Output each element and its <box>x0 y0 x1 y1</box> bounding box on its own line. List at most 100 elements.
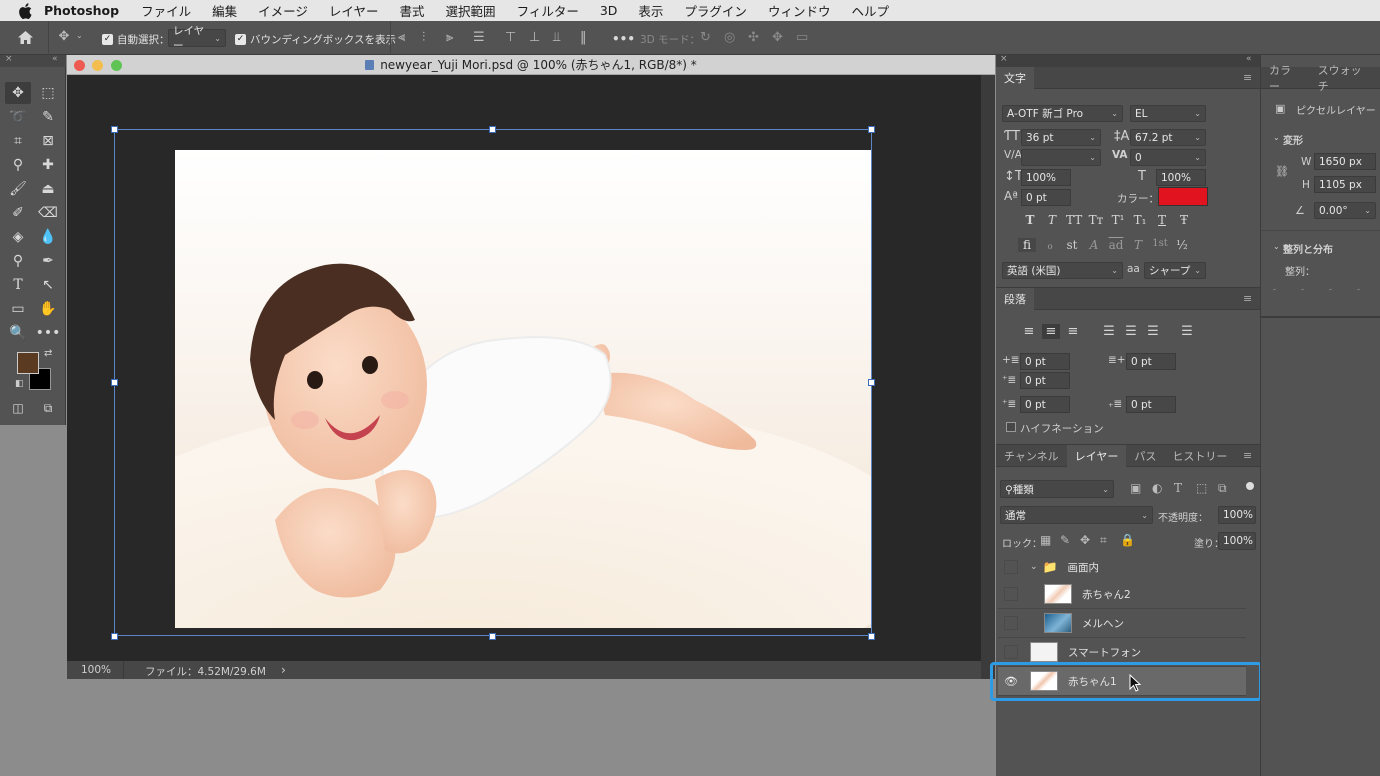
kerning-dropdown[interactable]: ⌄ <box>1021 149 1101 166</box>
menu-3d[interactable]: 3D <box>600 3 618 18</box>
blend-mode-dropdown[interactable]: 通常 ⌄ <box>1000 506 1153 524</box>
menu-help[interactable]: ヘルプ <box>851 1 889 20</box>
filter-pixel-icon[interactable]: ▣ <box>1130 481 1141 495</box>
baseline-shift-field[interactable]: 0 pt <box>1021 189 1071 206</box>
distribute-vertical-icon[interactable]: ‖ <box>580 30 587 45</box>
panel-menu-icon[interactable]: ≡ <box>1243 292 1252 305</box>
align-right-icon[interactable]: ⫸ <box>446 30 453 45</box>
tab-layers[interactable]: レイヤー <box>1066 444 1127 467</box>
align-bottom-icon[interactable]: ⫫ <box>553 30 560 45</box>
opacity-field[interactable]: 100% <box>1218 506 1256 524</box>
menu-plugins[interactable]: プラグイン <box>684 1 747 20</box>
menu-type[interactable]: 書式 <box>400 1 425 20</box>
3d-orbit-icon[interactable]: ↻ <box>700 30 711 45</box>
width-field[interactable]: 1650 px <box>1314 153 1376 170</box>
align-vcenter-icon[interactable]: ⊥ <box>529 30 540 45</box>
menu-select[interactable]: 選択範囲 <box>446 1 496 20</box>
crop-tool-icon[interactable]: ⌗ <box>5 130 31 152</box>
bounding-box-checkbox[interactable]: ✓ <box>235 34 246 45</box>
tab-color[interactable]: カラー <box>1261 64 1310 93</box>
layer-row-group[interactable]: ⌄ 📁 画面内 <box>998 553 1246 582</box>
fill-field[interactable]: 100% <box>1218 532 1256 550</box>
angle-field[interactable]: 0.00° ⌄ <box>1314 202 1376 219</box>
tab-channels[interactable]: チャンネル <box>996 445 1067 467</box>
subscript-button[interactable]: T₁ <box>1132 213 1148 227</box>
3d-roll-icon[interactable]: ◎ <box>724 30 735 45</box>
font-style-dropdown[interactable]: EL ⌄ <box>1130 105 1206 122</box>
zoom-level[interactable]: 100% <box>81 664 111 676</box>
menu-layer[interactable]: レイヤー <box>329 1 379 20</box>
tab-history[interactable]: ヒストリー <box>1164 445 1235 467</box>
menu-image[interactable]: イメージ <box>258 1 308 20</box>
layer-filter-dropdown[interactable]: ⚲種類 ⌄ <box>1000 480 1114 498</box>
menu-window[interactable]: ウィンドウ <box>768 1 831 20</box>
leading-dropdown[interactable]: 67.2 pt ⌄ <box>1130 129 1206 146</box>
type-tool-icon[interactable]: T <box>5 274 31 296</box>
transform-handle[interactable] <box>489 126 496 133</box>
space-before-field[interactable]: 0 pt <box>1020 396 1070 413</box>
layer-visibility-toggle[interactable] <box>1004 616 1018 630</box>
transform-handle[interactable] <box>868 379 875 386</box>
underline-button[interactable]: T <box>1154 213 1170 227</box>
transform-handle[interactable] <box>111 126 118 133</box>
vertical-scale-field[interactable]: 100% <box>1021 169 1071 186</box>
transform-handle[interactable] <box>489 633 496 640</box>
horizontal-scale-field[interactable]: 100% <box>1156 169 1206 186</box>
more-tools-icon[interactable]: ••• <box>35 322 61 344</box>
indent-first-field[interactable]: 0 pt <box>1020 372 1070 389</box>
align-left-text-icon[interactable]: ≡ <box>1020 324 1038 339</box>
chevron-down-icon[interactable]: ⌄ <box>1030 562 1038 572</box>
healing-brush-tool-icon[interactable]: ✚ <box>35 154 61 176</box>
distribute-icon[interactable]: ☰ <box>473 30 485 45</box>
filter-smartobject-icon[interactable]: ⧉ <box>1218 481 1227 496</box>
layer-row[interactable]: 赤ちゃん2 <box>998 580 1246 609</box>
superscript-button[interactable]: T¹ <box>1110 213 1126 227</box>
transform-handle[interactable] <box>111 633 118 640</box>
collapse-icon[interactable]: « <box>1246 54 1252 64</box>
filter-toggle-icon[interactable] <box>1246 482 1254 490</box>
swap-colors-icon[interactable]: ⇄ <box>44 348 52 359</box>
chevron-down-icon[interactable]: ⌄ <box>1273 133 1280 142</box>
tab-paragraph[interactable]: 段落 <box>996 287 1034 310</box>
font-family-dropdown[interactable]: A-OTF 新ゴ Pro ⌄ <box>1002 105 1123 122</box>
3d-pan-icon[interactable]: ✣ <box>748 30 759 45</box>
tab-paths[interactable]: パス <box>1126 445 1164 467</box>
window-close-button[interactable] <box>74 60 85 71</box>
foreground-color-swatch[interactable] <box>17 352 39 374</box>
justify-all-icon[interactable]: ☰ <box>1178 324 1196 339</box>
blur-tool-icon[interactable]: 💧 <box>35 226 61 248</box>
layer-visibility-toggle[interactable] <box>1004 587 1018 601</box>
stamp-tool-icon[interactable]: ⏏ <box>35 178 61 200</box>
justify-left-icon[interactable]: ☰ <box>1100 324 1118 339</box>
transform-handle[interactable] <box>868 126 875 133</box>
transform-bounding-box[interactable] <box>114 129 872 636</box>
hyphenation-checkbox[interactable] <box>1006 422 1016 432</box>
menu-view[interactable]: 表示 <box>638 1 663 20</box>
align-hcenter-icon[interactable]: ⫶ <box>422 30 425 45</box>
pen-tool-icon[interactable]: ✒ <box>35 250 61 272</box>
3d-camera-icon[interactable]: ▭ <box>796 30 808 45</box>
frame-tool-icon[interactable]: ⊠ <box>35 130 61 152</box>
tab-character[interactable]: 文字 <box>996 66 1034 89</box>
swash-button[interactable]: A <box>1086 238 1102 252</box>
lock-artboard-icon[interactable]: ⌗ <box>1100 533 1107 548</box>
lock-transparency-icon[interactable]: ▦ <box>1040 533 1051 547</box>
eyedropper-tool-icon[interactable]: ⚲ <box>5 154 31 176</box>
lock-all-icon[interactable]: 🔒 <box>1120 533 1135 547</box>
ligature-button[interactable]: ﬁ <box>1018 238 1036 252</box>
transform-handle[interactable] <box>868 633 875 640</box>
justify-center-icon[interactable]: ☰ <box>1122 324 1140 339</box>
layer-visibility-toggle[interactable] <box>1004 560 1018 574</box>
all-caps-button[interactable]: TT <box>1066 213 1082 227</box>
alternate-button[interactable]: ℴ <box>1042 238 1058 252</box>
link-icon[interactable]: ⛓ <box>1275 165 1289 178</box>
transform-handle[interactable] <box>111 379 118 386</box>
more-options-icon[interactable]: ••• <box>612 32 635 46</box>
lasso-tool-icon[interactable]: ➰ <box>5 106 31 128</box>
paint-bucket-tool-icon[interactable]: ◈ <box>5 226 31 248</box>
rectangle-tool-icon[interactable]: ▭ <box>5 298 31 320</box>
hand-tool-icon[interactable]: ✋ <box>35 298 61 320</box>
3d-slide-icon[interactable]: ✥ <box>772 30 783 45</box>
filter-shape-icon[interactable]: ⬚ <box>1196 481 1207 495</box>
move-tool-icon[interactable]: ✥ <box>55 29 73 44</box>
